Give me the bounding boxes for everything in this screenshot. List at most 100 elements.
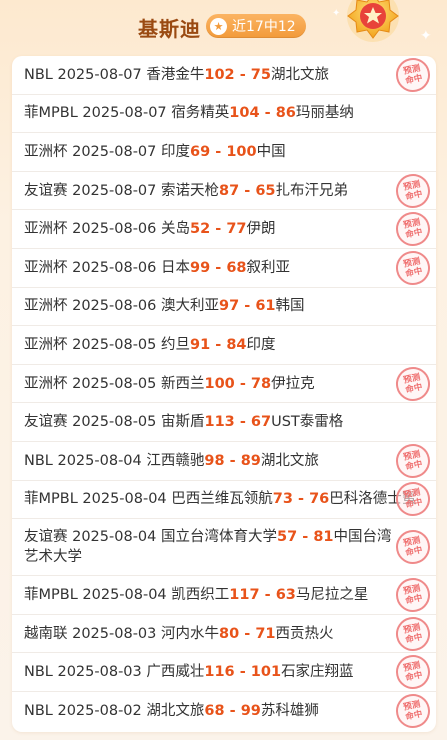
away-team: 西贡热火 (275, 625, 334, 642)
prediction-hit-stamp: 预测 命中 (392, 613, 434, 654)
match-date: 2025-08-06 (72, 298, 157, 315)
match-row[interactable]: 亚洲杯 2025-08-06 澳大利亚97 - 61韩国 (12, 288, 436, 327)
match-league: 亚洲杯 (24, 298, 68, 315)
match-row[interactable]: 菲MPBL 2025-08-04 巴西兰维瓦领航73 - 76巴科洛德士蜜 预测命… (12, 479, 436, 520)
stamp-line-2: 命中 (404, 265, 424, 280)
score-separator: - (210, 259, 227, 276)
match-league: 亚洲杯 (24, 143, 68, 160)
match-row[interactable]: NBL 2025-08-03 广西威壮116 - 101石家庄翔蓝 预测 命中 (12, 651, 436, 693)
match-row[interactable]: 友谊赛 2025-08-05 宙斯盾113 - 67UST泰雷格 (12, 403, 436, 442)
match-league: NBL (24, 452, 53, 469)
home-team: 江西赣驰 (146, 452, 205, 469)
away-team: 玛丽基纳 (295, 105, 354, 122)
match-text: 友谊赛 2025-08-07 索诺天枪87 - 65扎布汗兄弟 (24, 181, 348, 201)
home-team: 香港金牛 (146, 66, 205, 83)
away-team: UST泰雷格 (271, 414, 344, 431)
match-date: 2025-08-06 (72, 221, 157, 238)
match-row[interactable]: 亚洲杯 2025-08-06 日本99 - 68叙利亚 预测 命中 (12, 247, 436, 288)
home-score: 104 (229, 105, 260, 122)
stamp-line-2: 命中 (404, 670, 424, 684)
home-score: 100 (204, 375, 235, 392)
match-row[interactable]: NBL 2025-08-07 香港金牛102 - 75湖北文旅 预测 命中 (12, 56, 436, 95)
prediction-hit-stamp: 预测 命中 (392, 691, 434, 732)
away-score: 81 (313, 529, 334, 546)
match-row[interactable]: 亚洲杯 2025-08-06 关岛52 - 77伊朗 预测 命中 (12, 209, 436, 250)
away-score: 100 (226, 143, 257, 160)
home-score: 98 (204, 452, 225, 469)
away-score: 84 (226, 336, 247, 353)
match-date: 2025-08-04 (82, 586, 167, 603)
home-score: 87 (219, 182, 240, 199)
match-text: 菲MPBL 2025-08-04 凯西织工117 - 63马尼拉之星 (24, 585, 368, 605)
match-date: 2025-08-02 (57, 703, 142, 720)
away-score: 75 (250, 66, 271, 83)
home-score: 69 (190, 143, 211, 160)
score-separator: - (210, 221, 227, 238)
match-date: 2025-08-04 (82, 491, 167, 508)
prediction-hit-stamp: 预测 命中 (392, 479, 434, 520)
match-league: 亚洲杯 (24, 336, 68, 353)
prediction-hit-stamp: 预测 命中 (392, 651, 434, 693)
match-row[interactable]: 友谊赛 2025-08-04 国立台湾体育大学57 - 81中国台湾艺术大学 预测… (12, 519, 436, 577)
home-team: 巴西兰维瓦领航 (171, 491, 273, 508)
away-score: 101 (250, 664, 282, 681)
match-text: NBL 2025-08-02 湖北文旅68 - 99苏科雄狮 (24, 701, 319, 721)
star-icon: ★ (210, 17, 227, 35)
home-team: 宙斯盾 (161, 414, 205, 431)
match-text: 友谊赛 2025-08-04 国立台湾体育大学57 - 81中国台湾艺术大学 (24, 527, 396, 567)
home-score: 113 (204, 414, 235, 431)
home-team: 关岛 (161, 221, 190, 238)
away-score: 63 (275, 586, 296, 603)
sparkle-icon: ✦ (420, 28, 432, 44)
home-score: 97 (219, 298, 240, 315)
home-team: 广西威壮 (146, 664, 205, 681)
match-row[interactable]: 菲MPBL 2025-08-07 宿务精英104 - 86玛丽基纳 (12, 95, 436, 134)
away-team: 叙利亚 (246, 259, 291, 276)
match-row[interactable]: NBL 2025-08-04 江西赣驰98 - 89湖北文旅 预测 命中 (12, 440, 436, 481)
prediction-hit-stamp: 预测 命中 (392, 574, 434, 616)
home-score: 80 (219, 625, 240, 642)
match-date: 2025-08-06 (72, 259, 157, 276)
match-row[interactable]: 越南联 2025-08-03 河内水牛80 - 71西贡热火 预测 命中 (12, 613, 436, 654)
match-text: 亚洲杯 2025-08-06 日本99 - 68叙利亚 (24, 258, 290, 278)
away-team: 印度 (246, 336, 276, 353)
prediction-hit-stamp: 预测 命中 (392, 247, 434, 288)
away-score: 89 (240, 452, 261, 469)
home-team: 约旦 (161, 336, 190, 353)
home-team: 索诺天枪 (161, 182, 219, 199)
match-row[interactable]: 亚洲杯 2025-08-07 印度69 - 100中国 (12, 133, 436, 172)
match-date: 2025-08-07 (82, 105, 167, 122)
away-score: 68 (226, 259, 247, 276)
trophy-medal-icon (347, 0, 399, 42)
match-row[interactable]: 亚洲杯 2025-08-05 新西兰100 - 78伊拉克 预测 命中 (12, 363, 436, 404)
match-league: 菲MPBL (24, 105, 78, 122)
away-score: 71 (255, 625, 276, 642)
match-league: 友谊赛 (24, 182, 68, 199)
home-score: 99 (190, 259, 211, 276)
away-score: 61 (255, 298, 276, 315)
match-row[interactable]: 友谊赛 2025-08-07 索诺天枪87 - 65扎布汗兄弟 预测 命中 (12, 170, 436, 211)
score-separator: - (259, 586, 276, 603)
score-separator: - (234, 414, 251, 431)
stamp-line-2: 命中 (404, 545, 424, 559)
sparkle-icon: ✦ (332, 8, 341, 19)
match-row[interactable]: 亚洲杯 2025-08-05 约旦91 - 84印度 (12, 326, 436, 365)
score-separator: - (224, 703, 241, 720)
stamp-line-2: 命中 (404, 73, 424, 87)
prediction-hit-stamp: 预测 命中 (392, 170, 434, 211)
match-text: 亚洲杯 2025-08-05 新西兰100 - 78伊拉克 (24, 374, 315, 394)
away-team: 湖北文旅 (260, 452, 319, 469)
home-score: 57 (277, 529, 298, 546)
match-text: NBL 2025-08-03 广西威壮116 - 101石家庄翔蓝 (24, 662, 354, 682)
match-date: 2025-08-05 (72, 414, 157, 431)
away-team: 伊朗 (246, 221, 276, 238)
match-text: 越南联 2025-08-03 河内水牛80 - 71西贡热火 (24, 624, 334, 644)
match-text: 亚洲杯 2025-08-05 约旦91 - 84印度 (24, 335, 276, 355)
match-row[interactable]: NBL 2025-08-02 湖北文旅68 - 99苏科雄狮 预测 命中 (12, 691, 436, 732)
score-separator: - (234, 375, 251, 392)
match-row[interactable]: 菲MPBL 2025-08-04 凯西织工117 - 63马尼拉之星 预测 命中 (12, 574, 436, 616)
prediction-hit-stamp: 预测 命中 (392, 209, 434, 250)
stamp-line-2: 命中 (404, 227, 424, 241)
score-separator: - (239, 298, 256, 315)
away-score: 67 (250, 414, 272, 431)
